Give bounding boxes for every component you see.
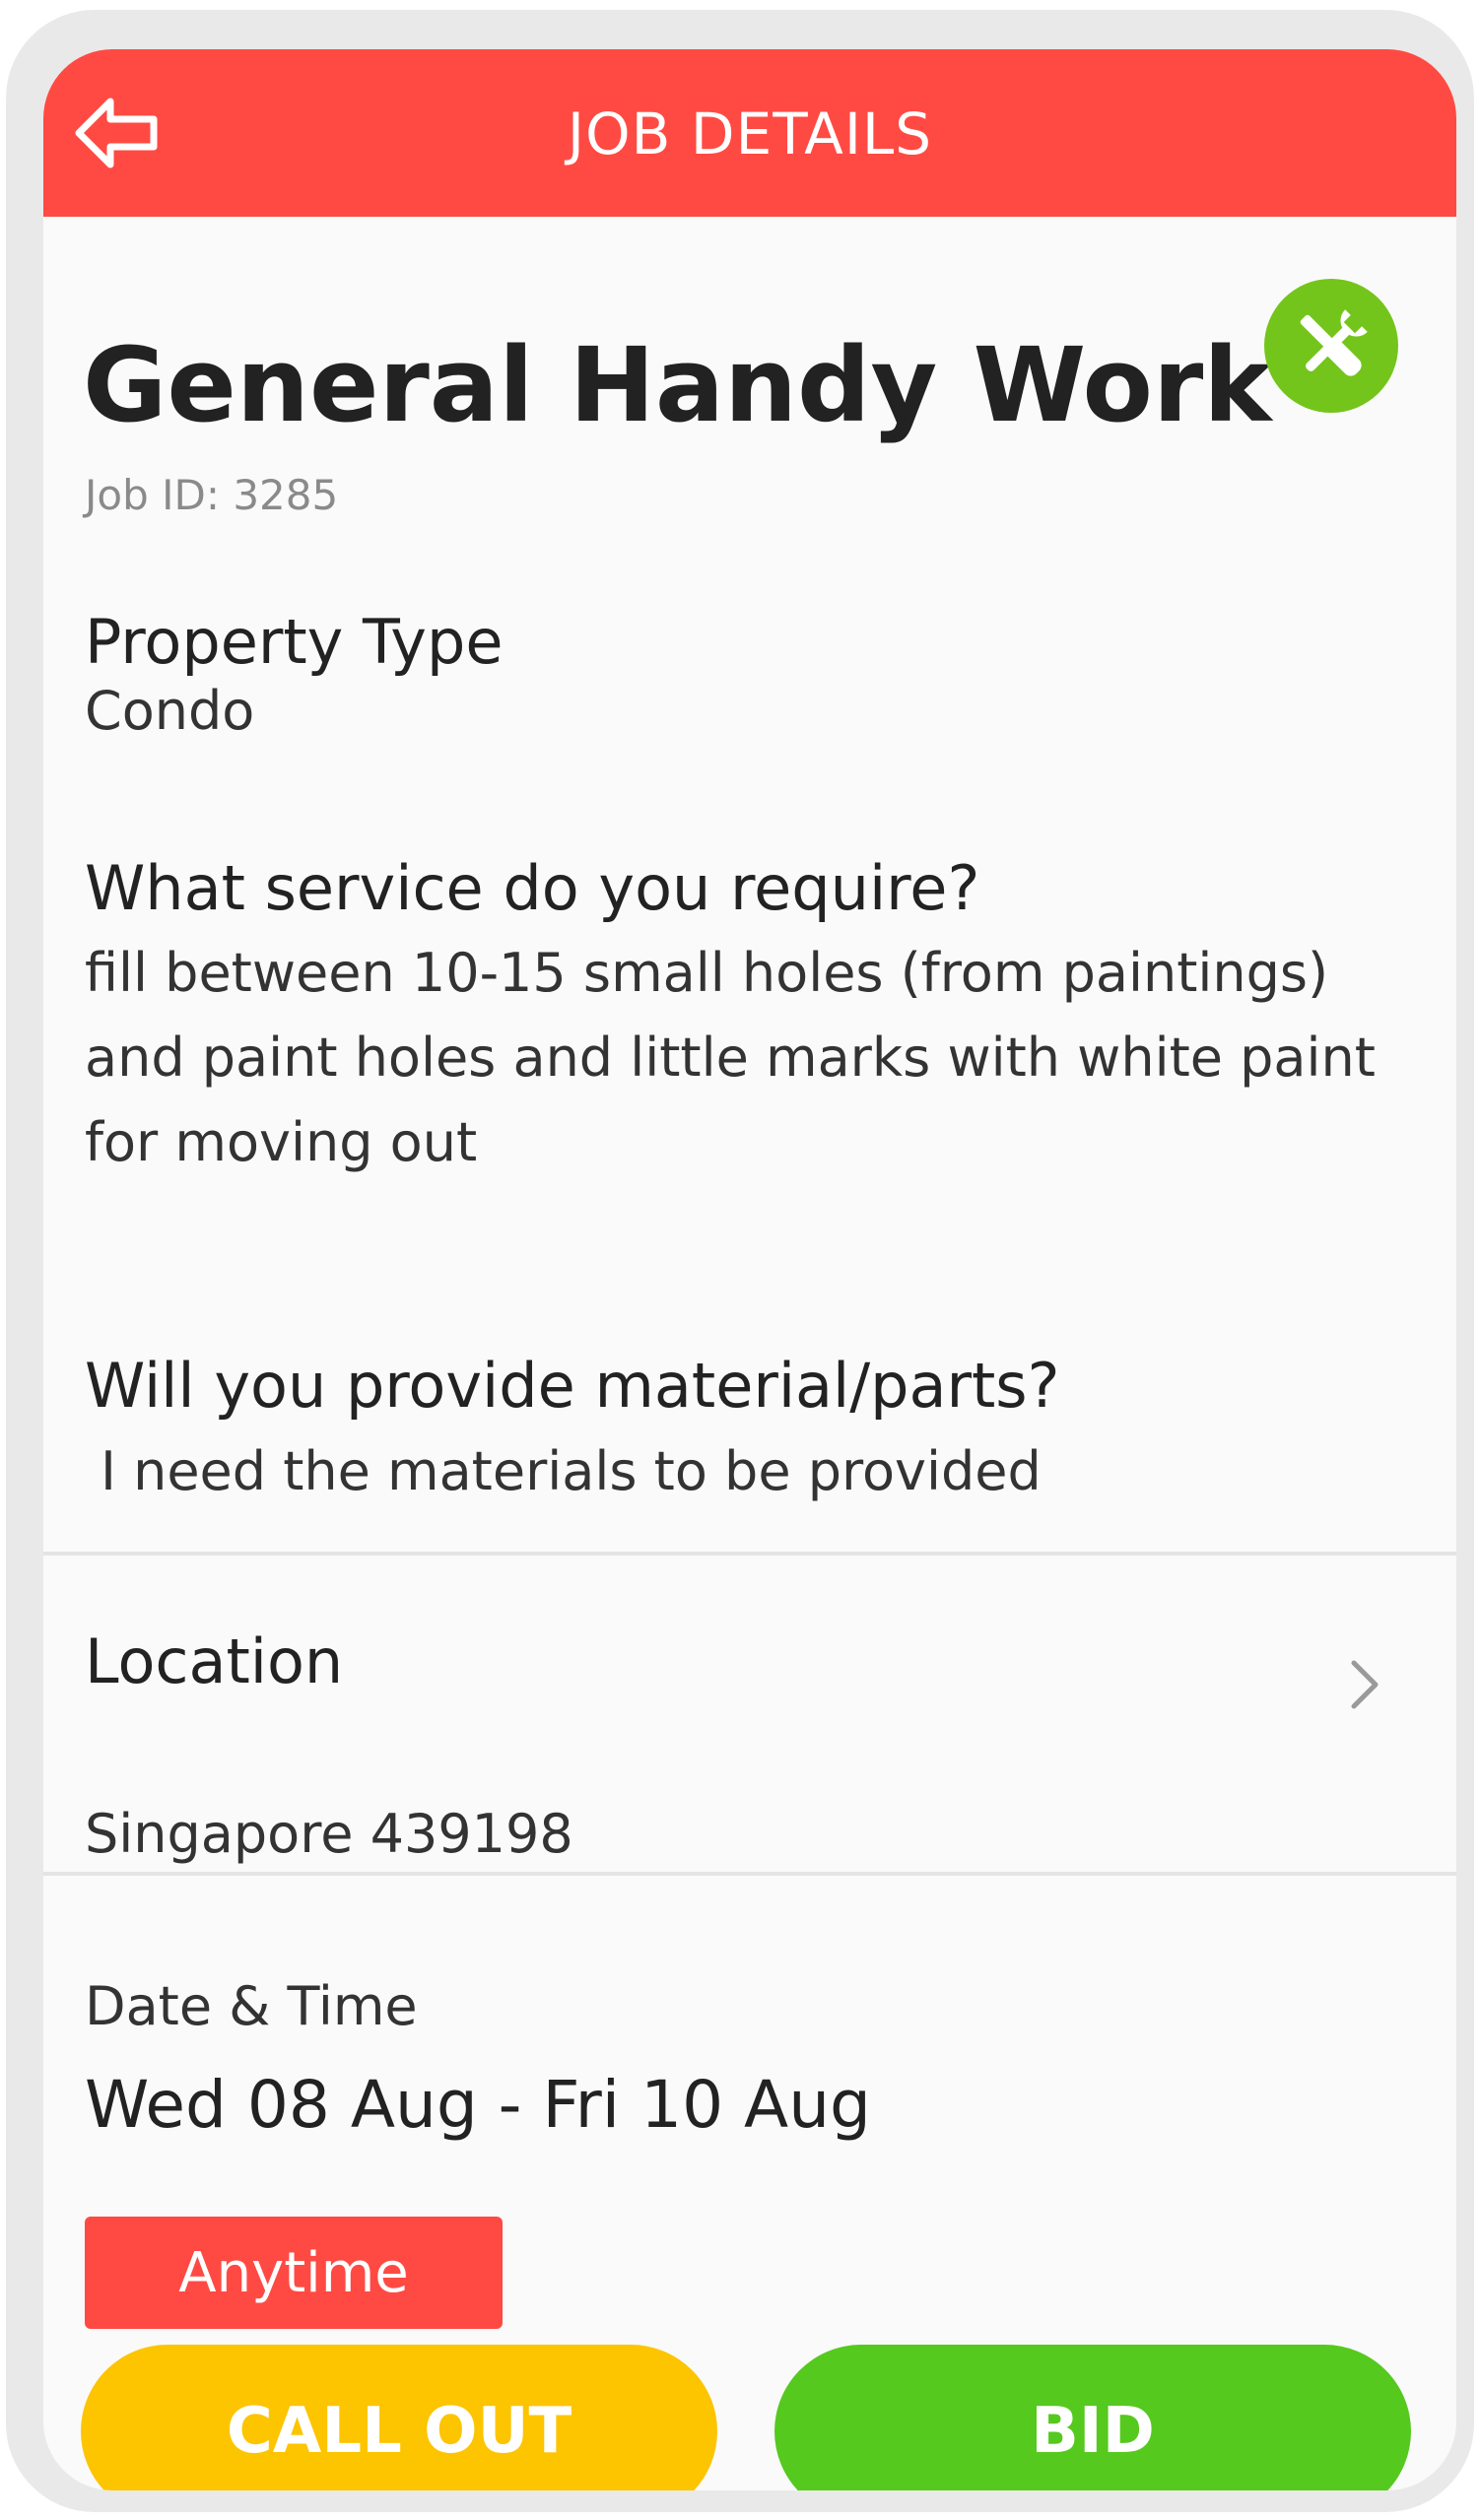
property-type-label: Property Type (85, 606, 504, 678)
app-screen: JOB DETAILS General Handy Work Job ID: 3… (43, 49, 1456, 2490)
header-bar: JOB DETAILS (43, 49, 1456, 217)
category-badge (1264, 279, 1398, 413)
date-time-label: Date & Time (85, 1975, 418, 2037)
job-id: Job ID: 3285 (85, 471, 339, 519)
location-label[interactable]: Location (85, 1625, 343, 1697)
materials-label: Will you provide material/parts? (85, 1350, 1060, 1422)
chevron-right-icon[interactable] (1344, 1655, 1383, 1714)
divider (43, 1552, 1456, 1556)
location-value[interactable]: Singapore 439198 (85, 1803, 573, 1865)
call-out-button[interactable]: CALL OUT (81, 2345, 717, 2490)
bid-button[interactable]: BID (774, 2345, 1411, 2490)
materials-value: I need the materials to be provided (101, 1440, 1042, 1502)
phone-frame: JOB DETAILS General Handy Work Job ID: 3… (6, 10, 1474, 2512)
job-title: General Handy Work (83, 325, 1272, 445)
date-range-value: Wed 08 Aug - Fri 10 Aug (85, 2067, 871, 2143)
time-slot-badge: Anytime (85, 2217, 503, 2329)
page-title: JOB DETAILS (567, 100, 933, 167)
service-description: fill between 10-15 small holes (from pai… (85, 942, 1376, 1173)
property-type-value: Condo (85, 680, 255, 742)
service-label: What service do you require? (85, 852, 980, 924)
divider (43, 1872, 1456, 1876)
tools-icon (1300, 309, 1368, 376)
